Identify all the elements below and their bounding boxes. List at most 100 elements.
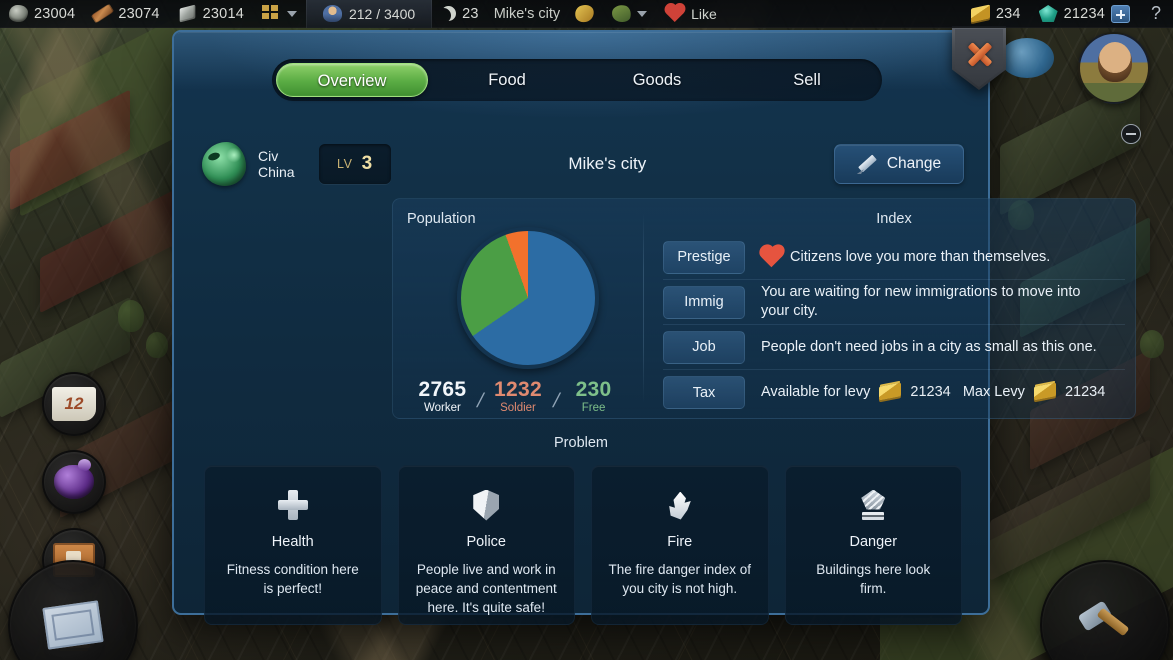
heart-icon — [761, 246, 783, 267]
legend-worker: 2765 Worker — [411, 379, 473, 416]
wood-value: 23074 — [118, 5, 160, 22]
worker-label: Worker — [424, 402, 461, 414]
tab-goods[interactable]: Goods — [582, 59, 732, 101]
calendar-day-label: 12 — [52, 387, 96, 421]
danger-building-icon — [786, 488, 962, 522]
stone-value: 23004 — [34, 5, 76, 22]
tree — [118, 300, 144, 332]
index-key-job[interactable]: Job — [663, 330, 745, 364]
resource-iron[interactable]: 23014 — [169, 0, 253, 28]
collapse-button[interactable] — [1121, 124, 1141, 144]
index-row-job: Job People don't need jobs in a city as … — [663, 325, 1125, 370]
levy-available-label: Available for levy — [761, 384, 871, 400]
legend-soldier: 1232 Soldier — [487, 379, 549, 416]
fire-card-title: Fire — [667, 534, 693, 550]
stone-icon — [9, 5, 28, 22]
free-value: 230 — [575, 378, 612, 401]
hand-action[interactable] — [566, 0, 603, 28]
index-value-immig: You are waiting for new immigrations to … — [761, 284, 1081, 319]
plus-icon[interactable] — [1110, 4, 1130, 23]
free-label: Free — [581, 402, 606, 414]
index-row-immig: Immig You are waiting for new immigratio… — [663, 280, 1125, 325]
chevron-down-icon[interactable] — [637, 10, 648, 17]
building-roof — [10, 89, 130, 211]
tab-overview[interactable]: Overview — [276, 63, 428, 97]
index-value-tax: Available for levy 21234 Max Levy 21234 — [745, 382, 1125, 402]
fire-flame-icon — [592, 488, 768, 522]
levy-available-value: 21234 — [910, 384, 951, 400]
calendar-icon: 12 — [51, 385, 97, 423]
index-key-tax[interactable]: Tax — [663, 376, 745, 409]
hero-portrait-icon — [322, 5, 342, 22]
hero-counter[interactable]: 212 / 3400 — [305, 0, 433, 28]
iron-value: 23014 — [202, 5, 244, 22]
hero-avatar[interactable] — [1078, 32, 1150, 104]
resource-gold[interactable]: 234 — [962, 0, 1030, 28]
problem-cards: Health Fitness condition here is perfect… — [204, 465, 962, 625]
problem-card-danger[interactable]: Danger Buildings here look firm. — [784, 465, 962, 625]
legend-free: 230 Free — [563, 379, 625, 416]
resource-moon[interactable]: 23 — [432, 0, 488, 28]
tree — [146, 332, 168, 358]
population-pie-chart — [457, 227, 599, 369]
close-x-icon — [964, 38, 994, 68]
building-roof — [40, 181, 190, 314]
population-legend: 2765 Worker / 1232 Soldier / 230 Free — [405, 379, 631, 416]
civilization-row: Civ China LV 3 Mike's city Change — [202, 135, 964, 193]
gold-bars-icon — [1033, 382, 1056, 401]
hero-face-icon — [1098, 42, 1132, 82]
china-dragon-emblem-icon — [202, 142, 246, 186]
building-roof — [990, 439, 1150, 581]
buildings-menu[interactable] — [253, 0, 306, 28]
gold-bars-icon — [970, 4, 990, 23]
index-key-immig[interactable]: Immig — [663, 285, 745, 319]
legend-separator: / — [550, 390, 562, 412]
pencil-icon — [857, 154, 877, 174]
top-resource-bar: 23004 23074 23014 212 / 3400 23 Mike's c… — [0, 0, 1173, 28]
hand-icon — [572, 2, 597, 25]
index-value-prestige: Citizens love you more than themselves. — [745, 246, 1125, 267]
sidebar-item-potion[interactable] — [42, 450, 106, 514]
bird-menu[interactable] — [603, 0, 656, 28]
soldier-label: Soldier — [500, 402, 536, 414]
level-label: LV — [337, 157, 353, 171]
globe-icon[interactable] — [1000, 38, 1054, 78]
close-x-shield-icon — [952, 26, 1006, 90]
index-value-job: People don't need jobs in a city as smal… — [761, 338, 1097, 355]
gem-value: 21234 — [1063, 5, 1105, 22]
close-button[interactable] — [952, 26, 1006, 90]
resource-stone[interactable]: 23004 — [0, 0, 84, 28]
worker-value: 2765 — [418, 378, 467, 401]
problem-card-police[interactable]: Police People live and work in peace and… — [397, 465, 575, 625]
like-button[interactable]: Like — [656, 4, 725, 23]
problem-title: Problem — [554, 435, 608, 451]
index-key-prestige[interactable]: Prestige — [663, 240, 745, 274]
fire-card-desc: The fire danger index of you city is not… — [608, 562, 752, 596]
gold-bars-icon — [879, 382, 902, 401]
hero-value: 212 / 3400 — [348, 5, 416, 22]
wood-icon — [91, 3, 115, 24]
resource-wood[interactable]: 23074 — [84, 0, 168, 28]
gold-value: 234 — [995, 5, 1021, 22]
page-title: Mike's city — [568, 154, 647, 173]
index-title: Index — [876, 211, 912, 227]
police-shield-icon — [399, 488, 575, 522]
level-value: 3 — [361, 153, 373, 174]
tab-food[interactable]: Food — [432, 59, 582, 101]
bird-icon — [610, 3, 633, 24]
help-button[interactable]: ? — [1139, 3, 1173, 24]
max-levy-value: 21234 — [1064, 384, 1106, 400]
problem-card-fire[interactable]: Fire The fire danger index of you city i… — [591, 465, 769, 625]
problem-card-health[interactable]: Health Fitness condition here is perfect… — [204, 465, 382, 625]
danger-card-title: Danger — [849, 534, 898, 550]
change-button[interactable]: Change — [834, 144, 964, 184]
sidebar-item-calendar[interactable]: 12 — [42, 372, 106, 436]
tab-sell[interactable]: Sell — [732, 59, 882, 101]
police-card-title: Police — [466, 534, 507, 550]
population-title: Population — [407, 211, 476, 227]
civ-label: Civ — [258, 148, 279, 164]
legend-separator: / — [475, 390, 487, 412]
blueprint-icon — [42, 600, 104, 650]
resource-gem[interactable]: 21234 — [1030, 0, 1139, 28]
chevron-down-icon[interactable] — [286, 10, 297, 17]
